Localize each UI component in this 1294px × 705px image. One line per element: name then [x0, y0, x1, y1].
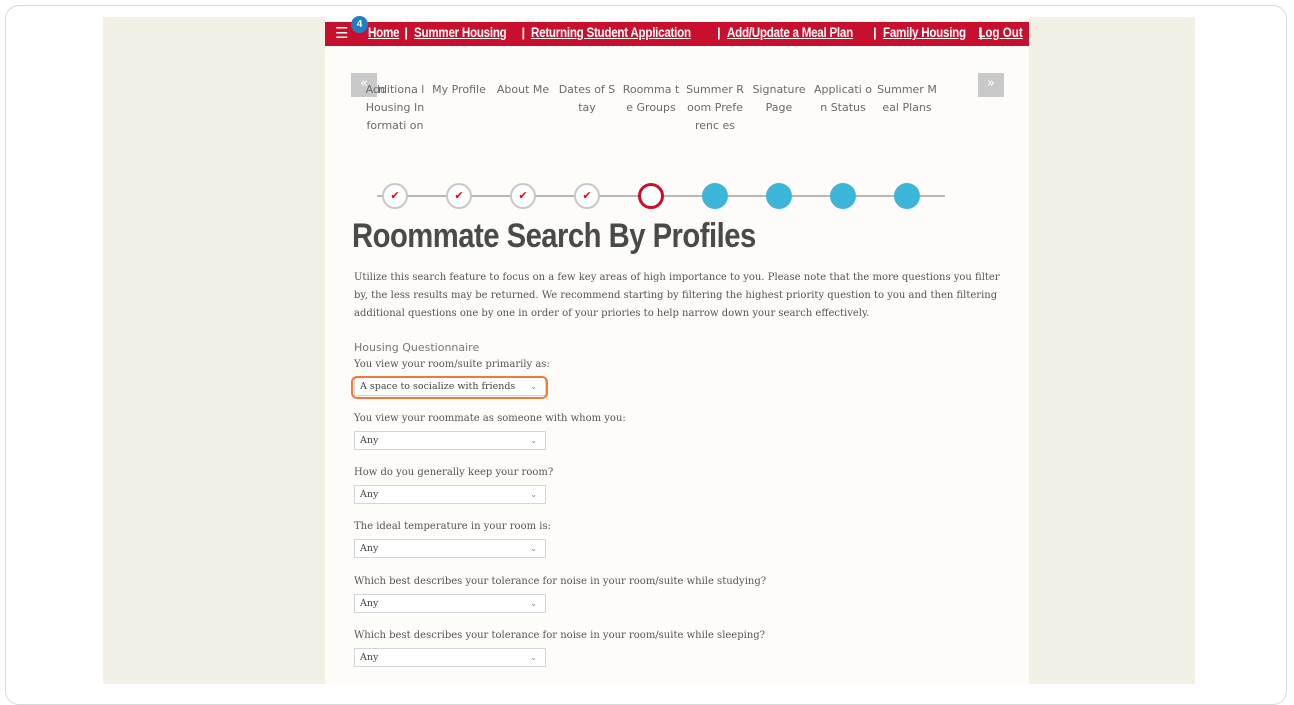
select-value: Any — [360, 489, 379, 500]
nav-link-home[interactable]: Home — [368, 25, 399, 40]
content-page: ☰ 4 Home | Summer Housing | Returning Stud… — [325, 16, 1029, 684]
question-label: Which best describes your tolerance for … — [354, 630, 766, 641]
step-label[interactable]: About Me — [493, 81, 553, 99]
chevron-down-icon: ⌄ — [530, 490, 537, 499]
question-select[interactable]: Any ⌄ — [354, 594, 546, 613]
question-select[interactable]: Any ⌄ — [354, 539, 546, 558]
steps-next-button[interactable]: » — [978, 73, 1004, 97]
check-icon: ✔ — [518, 189, 528, 202]
step-todo-dot[interactable] — [702, 183, 728, 209]
chevron-down-icon: ⌄ — [530, 653, 537, 662]
step-todo-dot[interactable] — [830, 183, 856, 209]
question-select[interactable]: Any ⌄ — [354, 431, 546, 450]
question-select[interactable]: Any ⌄ — [354, 485, 546, 504]
step-done-dot[interactable]: ✔ — [574, 183, 600, 209]
menu-icon[interactable]: ☰ — [335, 26, 351, 42]
step-label[interactable]: Roomma te Groups — [621, 81, 681, 117]
step-label[interactable]: Signature Page — [749, 81, 809, 117]
step-current-dot[interactable] — [638, 183, 664, 209]
chevron-down-icon: ⌄ — [530, 436, 537, 445]
select-value: Any — [360, 543, 379, 554]
select-value: Any — [360, 435, 379, 446]
step-todo-dot[interactable] — [894, 183, 920, 209]
step-label[interactable]: Additiona l Housing Informati on — [365, 81, 425, 135]
question-label: You view your room/suite primarily as: — [354, 359, 550, 370]
step-label[interactable]: Applicati on Status — [813, 81, 873, 117]
nav-link-returning-application[interactable]: Returning Student Application — [531, 25, 691, 40]
check-icon: ✔ — [582, 189, 592, 202]
step-label[interactable]: Summer Room Preferenc es — [685, 81, 745, 135]
select-value: Any — [360, 598, 379, 609]
chevron-down-icon: ⌄ — [530, 599, 537, 608]
step-done-dot[interactable]: ✔ — [510, 183, 536, 209]
question-label: Which best describes your tolerance for … — [354, 576, 767, 587]
question-label: How do you generally keep your room? — [354, 467, 554, 478]
step-label[interactable]: My Profile — [429, 81, 489, 99]
top-nav: ☰ 4 Home | Summer Housing | Returning Stud… — [325, 16, 1029, 46]
notification-badge: 4 — [351, 16, 368, 33]
section-title: Housing Questionnaire — [354, 341, 480, 354]
page-title: Roommate Search By Profiles — [352, 217, 756, 255]
step-label[interactable]: Summer Meal Plans — [877, 81, 937, 117]
step-label[interactable]: Dates of Stay — [557, 81, 617, 117]
nav-link-meal-plan[interactable]: Add/Update a Meal Plan — [727, 25, 853, 40]
logout-link[interactable]: Log Out — [979, 25, 1023, 40]
check-icon: ✔ — [454, 189, 464, 202]
step-todo-dot[interactable] — [766, 183, 792, 209]
intro-text: Utilize this search feature to focus on … — [354, 272, 1000, 319]
nav-links: Home | Summer Housing | Returning Student … — [368, 25, 983, 40]
step-done-dot[interactable]: ✔ — [382, 183, 408, 209]
question-label: The ideal temperature in your room is: — [354, 521, 551, 532]
nav-link-summer-housing[interactable]: Summer Housing — [414, 25, 507, 40]
step-done-dot[interactable]: ✔ — [446, 183, 472, 209]
question-label: You view your roommate as someone with w… — [354, 413, 626, 424]
select-value: Any — [360, 652, 379, 663]
chevron-down-icon: ⌄ — [530, 544, 537, 553]
nav-link-family-housing[interactable]: Family Housing — [883, 25, 966, 40]
highlight-box — [351, 376, 548, 399]
check-icon: ✔ — [390, 189, 400, 202]
question-select[interactable]: Any ⌄ — [354, 648, 546, 667]
